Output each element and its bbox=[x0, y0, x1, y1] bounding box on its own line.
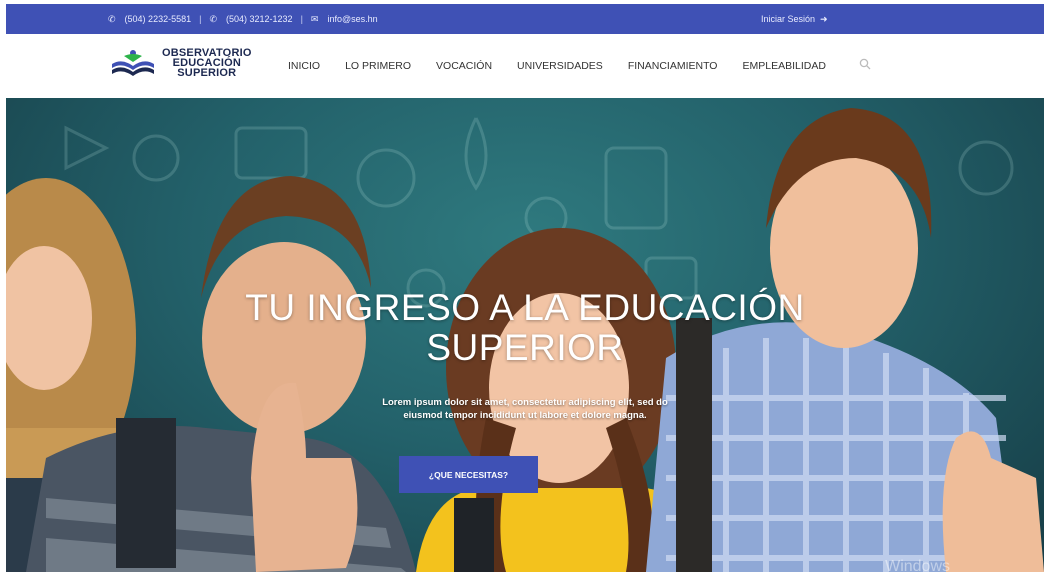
nav-item-inicio[interactable]: INICIO bbox=[288, 60, 320, 72]
book-logo-icon bbox=[112, 50, 154, 76]
site-logo[interactable]: OBSERVATORIO EDUCACIÓN SUPERIOR bbox=[110, 48, 252, 79]
phone-number-1[interactable]: (504) 2232-5581 bbox=[125, 14, 192, 24]
logo-line-3: SUPERIOR bbox=[177, 67, 237, 79]
nav-item-financiamiento[interactable]: FINANCIAMIENTO bbox=[628, 60, 718, 72]
sign-in-icon: ➜ bbox=[820, 13, 828, 24]
nav-item-lo-primero[interactable]: LO PRIMERO bbox=[345, 60, 411, 72]
login-label: Iniciar Sesión bbox=[761, 14, 816, 24]
main-menu: INICIO LO PRIMERO VOCACIÓN UNIVERSIDADES… bbox=[288, 34, 871, 98]
phone-icon: ✆ bbox=[209, 13, 217, 24]
login-link[interactable]: Iniciar Sesión ➜ bbox=[761, 4, 828, 34]
hero-desc-line-1: Lorem ipsum dolor sit amet, consectetur … bbox=[382, 397, 668, 408]
hero-description: Lorem ipsum dolor sit amet, consectetur … bbox=[306, 396, 744, 422]
nav-item-vocacion[interactable]: VOCACIÓN bbox=[436, 60, 492, 72]
email-link[interactable]: info@ses.hn bbox=[327, 14, 377, 24]
hero-banner: TU INGRESO A LA EDUCACIÓN SUPERIOR Lorem… bbox=[6, 98, 1044, 572]
search-icon[interactable] bbox=[859, 57, 871, 75]
phone-number-2[interactable]: (504) 3212-1232 bbox=[226, 14, 293, 24]
que-necesitas-button[interactable]: ¿QUE NECESITAS? bbox=[399, 456, 538, 493]
top-contact-bar: ✆ (504) 2232-5581 | ✆ (504) 3212-1232 | … bbox=[6, 4, 1044, 34]
logo-text: OBSERVATORIO EDUCACIÓN SUPERIOR bbox=[162, 48, 252, 79]
hero-title-line-2: SUPERIOR bbox=[426, 327, 624, 368]
main-navbar: OBSERVATORIO EDUCACIÓN SUPERIOR INICIO L… bbox=[6, 34, 1044, 98]
nav-item-universidades[interactable]: UNIVERSIDADES bbox=[517, 60, 603, 72]
phone-icon: ✆ bbox=[108, 13, 116, 24]
windows-watermark: Windows bbox=[885, 558, 950, 572]
separator: | bbox=[199, 14, 202, 24]
hero-title: TU INGRESO A LA EDUCACIÓN SUPERIOR bbox=[6, 288, 1044, 368]
hero-title-line-1: TU INGRESO A LA EDUCACIÓN bbox=[245, 287, 805, 328]
nav-item-empleabilidad[interactable]: EMPLEABILIDAD bbox=[742, 60, 825, 72]
separator: | bbox=[300, 14, 303, 24]
mail-icon: ✉ bbox=[310, 13, 319, 24]
contact-info: ✆ (504) 2232-5581 | ✆ (504) 3212-1232 | … bbox=[108, 4, 378, 34]
hero-desc-line-2: eiusmod tempor incididunt ut labore et d… bbox=[403, 410, 647, 421]
